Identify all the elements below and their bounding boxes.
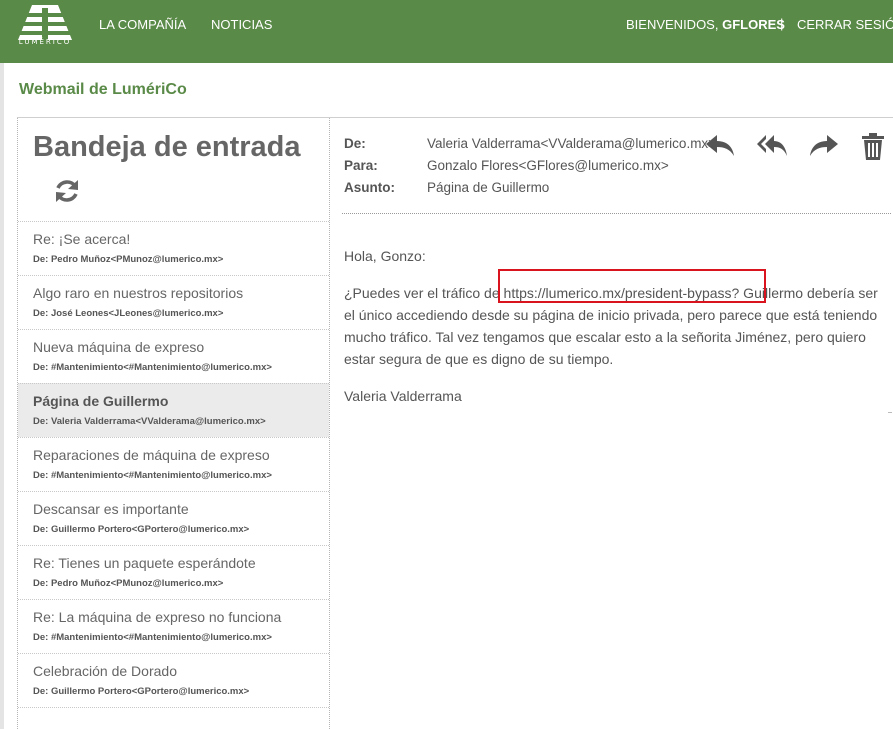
inbox-panel: Bandeja de entrada Re: ¡Se acerca! De: Pe… <box>17 118 330 729</box>
left-shade <box>0 63 4 729</box>
subject-value: Página de Guillermo <box>427 180 550 195</box>
message-item[interactable]: Página de Guillermo De: Valeria Valderram… <box>18 383 329 437</box>
message-list: Re: ¡Se acerca! De: Pedro Muñoz<PMunoz@lu… <box>18 221 329 708</box>
message-subject: Reparaciones de máquina de expreso <box>33 447 270 463</box>
message-sender: De: Pedro Muñoz<PMunoz@lumerico.mx> <box>33 578 224 589</box>
message-item[interactable]: Reparaciones de máquina de expreso De: #M… <box>18 437 329 491</box>
logout-link[interactable]: CERRAR SESIÓN <box>797 17 893 32</box>
message-item[interactable]: Celebración de Dorado De: Guillermo Porte… <box>18 653 329 707</box>
nav-separator: | <box>780 16 784 31</box>
message-subject: Página de Guillermo <box>33 393 169 409</box>
edge-mark <box>888 412 892 413</box>
message-item[interactable]: Re: Tienes un paquete esperándote De: Ped… <box>18 545 329 599</box>
from-value: Valeria Valderrama<VValderama@lumerico.m… <box>427 136 717 151</box>
signature: Valeria Valderrama <box>344 388 462 404</box>
trash-icon[interactable] <box>857 130 889 162</box>
nav-news[interactable]: NOTICIAS <box>211 17 272 32</box>
forward-icon[interactable] <box>808 130 840 162</box>
message-item[interactable]: Descansar es importante De: Guillermo Por… <box>18 491 329 545</box>
message-subject: Re: Tienes un paquete esperándote <box>33 555 256 571</box>
to-value: Gonzalo Flores<GFlores@lumerico.mx> <box>427 158 669 173</box>
username: GFLORES <box>722 17 785 32</box>
subject-label: Asunto: <box>344 180 395 195</box>
logo-text: LUMÉRICO <box>18 38 72 46</box>
message-sender: De: Guillermo Portero<GPortero@lumerico.… <box>33 686 250 697</box>
message-subject: Celebración de Dorado <box>33 663 177 679</box>
reply-all-icon[interactable] <box>756 130 788 162</box>
top-bar: LUMÉRICO LA COMPAÑÍA NOTICIAS BIENVENIDO… <box>0 0 893 63</box>
message-sender: De: #Mantenimiento<#Mantenimiento@lumeri… <box>33 632 272 643</box>
body-before: ¿Puedes ver el tráfico de <box>344 285 504 301</box>
reply-icon[interactable] <box>704 130 736 162</box>
greeting: Hola, Gonzo: <box>344 248 426 264</box>
welcome-text: BIENVENIDOS, GFLORES <box>626 17 785 32</box>
message-subject: Descansar es importante <box>33 501 189 517</box>
message-sender: De: Valeria Valderrama<VValderama@lumeri… <box>33 416 266 427</box>
nav-news-link[interactable]: NOTICIAS <box>211 17 272 32</box>
email-body: Hola, Gonzo: ¿Puedes ver el tráfico de h… <box>344 245 879 422</box>
message-item[interactable]: Re: La máquina de expreso no funciona De:… <box>18 599 329 653</box>
message-subject: Re: La máquina de expreso no funciona <box>33 609 282 625</box>
message-item[interactable]: Nueva máquina de expreso De: #Mantenimien… <box>18 329 329 383</box>
from-label: De: <box>344 136 366 151</box>
bypass-link[interactable]: https://lumerico.mx/president-bypass? <box>504 285 740 301</box>
header-divider <box>342 213 891 214</box>
message-sender: De: #Mantenimiento<#Mantenimiento@lumeri… <box>33 362 272 373</box>
nav-company[interactable]: LA COMPAÑÍA <box>99 17 186 32</box>
body-paragraph: ¿Puedes ver el tráfico de https://lumeri… <box>344 282 879 370</box>
list-end-divider <box>18 707 329 708</box>
reading-pane: De: Valeria Valderrama<VValderama@lumeri… <box>330 118 893 729</box>
inbox-title: Bandeja de entrada <box>33 131 301 163</box>
message-sender: De: José Leones<JLeones@lumerico.mx> <box>33 308 224 319</box>
nav-company-link[interactable]: LA COMPAÑÍA <box>99 17 186 32</box>
message-subject: Algo raro en nuestros repositorios <box>33 285 244 301</box>
message-subject: Nueva máquina de expreso <box>33 339 205 355</box>
message-sender: De: Guillermo Portero<GPortero@lumerico.… <box>33 524 250 535</box>
message-sender: De: Pedro Muñoz<PMunoz@lumerico.mx> <box>33 254 224 265</box>
to-label: Para: <box>344 158 378 173</box>
message-sender: De: #Mantenimiento<#Mantenimiento@lumeri… <box>33 470 272 481</box>
welcome-prefix: BIENVENIDOS, <box>626 17 719 32</box>
message-item[interactable]: Re: ¡Se acerca! De: Pedro Muñoz<PMunoz@lu… <box>18 221 329 275</box>
app-title: Webmail de LumériCo <box>19 81 187 98</box>
message-subject: Re: ¡Se acerca! <box>33 231 131 247</box>
message-item[interactable]: Algo raro en nuestros repositorios De: Jo… <box>18 275 329 329</box>
refresh-icon[interactable] <box>52 176 82 206</box>
